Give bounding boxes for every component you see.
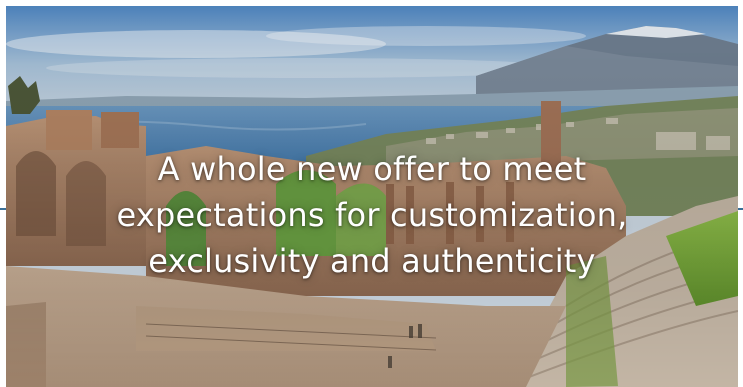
hero-headline: A whole new offer to meet expectations f…	[26, 146, 718, 284]
right-edge-divider	[738, 208, 743, 210]
hero-banner: A whole new offer to meet expectations f…	[6, 6, 738, 387]
headline-line-3: exclusivity and authenticity	[148, 242, 596, 280]
page-frame: A whole new offer to meet expectations f…	[0, 0, 743, 387]
headline-line-2: expectations for customization,	[116, 196, 628, 234]
headline-line-1: A whole new offer to meet	[157, 150, 587, 188]
